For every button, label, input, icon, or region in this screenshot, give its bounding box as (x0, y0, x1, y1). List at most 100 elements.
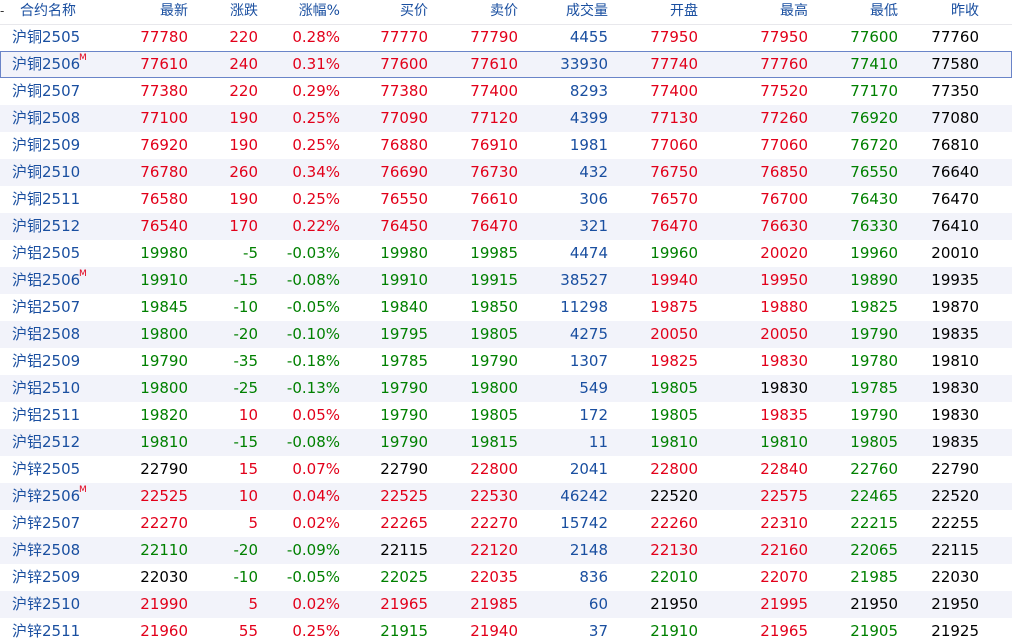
cell-open: 19940 (650, 271, 698, 289)
cell-ask: 22530 (470, 487, 518, 505)
column-header-vol[interactable]: 成交量 (528, 0, 608, 22)
cell-prev: 76410 (931, 217, 979, 235)
cell-ask: 77120 (470, 109, 518, 127)
table-row[interactable]: 沪铝2508 19800 -20 -0.10% 19795 19805 4275 20050 2… (0, 321, 1012, 348)
table-row[interactable]: 沪铝2507 19845 -10 -0.05% 19840 19850 11298 19875… (0, 294, 1012, 321)
table-row[interactable]: 沪铜2505 77780 220 0.28% 77770 77790 4455 77950 77… (0, 24, 1012, 51)
table-header: - 合约名称 最新 涨跌 涨幅% 买价 卖价 成交量 开盘 最高 最低 昨收 (0, 0, 1012, 25)
cell-last: 21960 (140, 622, 188, 640)
cell-bid: 19840 (380, 298, 428, 316)
cell-chg: 5 (248, 514, 258, 532)
table-row[interactable]: 沪铝2509 19790 -35 -0.18% 19785 19790 1307 19825 1… (0, 348, 1012, 375)
cell-high: 21995 (760, 595, 808, 613)
cell-prev: 19935 (931, 271, 979, 289)
cell-last: 19820 (140, 406, 188, 424)
cell-name: 沪铝2507 (12, 298, 81, 316)
column-header-open[interactable]: 开盘 (620, 0, 698, 22)
table-row[interactable]: 沪铜2512 76540 170 0.22% 76450 76470 321 76470 766… (0, 213, 1012, 240)
table-row[interactable]: 沪锌2508 22110 -20 -0.09% 22115 22120 2148 22130 2… (0, 537, 1012, 564)
cell-bid: 22790 (380, 460, 428, 478)
table-row[interactable]: 沪铝2511 19820 10 0.05% 19790 19805 172 19805 1983… (0, 402, 1012, 429)
cell-ask: 76610 (470, 190, 518, 208)
cell-open: 77740 (650, 55, 698, 73)
cell-name: 沪锌2511 (12, 622, 81, 640)
cell-name: 沪铜2512 (12, 217, 81, 235)
table-row[interactable]: 沪锌2510 21990 5 0.02% 21965 21985 60 21950 21995 2… (0, 591, 1012, 618)
column-header-ask[interactable]: 卖价 (440, 0, 518, 22)
cell-pct: 0.25% (292, 109, 340, 127)
table-row[interactable]: 沪锌2505 22790 15 0.07% 22790 22800 2041 22800 228… (0, 456, 1012, 483)
cell-chg: 220 (229, 82, 258, 100)
column-header-prev[interactable]: 昨收 (905, 0, 979, 22)
cell-bid: 19790 (380, 406, 428, 424)
cell-name: 沪铜2511 (12, 190, 81, 208)
cell-last: 77380 (140, 82, 188, 100)
cell-pct: 0.29% (292, 82, 340, 100)
table-row[interactable]: 沪铜2509 76920 190 0.25% 76880 76910 1981 77060 77… (0, 132, 1012, 159)
cell-bid: 19785 (380, 352, 428, 370)
table-row[interactable]: 沪铝2510 19800 -25 -0.13% 19790 19800 549 19805 19… (0, 375, 1012, 402)
cell-bid: 77090 (380, 109, 428, 127)
cell-bid: 22525 (380, 487, 428, 505)
cell-name: 沪铝2512 (12, 433, 81, 451)
cell-vol: 836 (579, 568, 608, 586)
cell-high: 76700 (760, 190, 808, 208)
cell-name: 沪铝2508 (12, 325, 81, 343)
column-header-low[interactable]: 最低 (820, 0, 898, 22)
column-header-name[interactable]: 合约名称 (20, 0, 94, 22)
table-row[interactable]: 沪锌2509 22030 -10 -0.05% 22025 22035 836 22010 22… (0, 564, 1012, 591)
column-header-bid[interactable]: 买价 (350, 0, 428, 22)
cell-name: 沪锌2506 (12, 487, 81, 505)
cell-name: 沪铝2511 (12, 406, 81, 424)
cell-chg: 240 (229, 55, 258, 73)
cell-pct: -0.10% (286, 325, 340, 343)
table-row[interactable]: 沪铜2506 M 77610 240 0.31% 77600 77610 33930 77740… (0, 51, 1012, 78)
cell-name: 沪锌2507 (12, 514, 81, 532)
column-header-high[interactable]: 最高 (730, 0, 808, 22)
cell-vol: 4474 (569, 244, 608, 262)
cell-chg: 55 (238, 622, 258, 640)
column-header-chg[interactable]: 涨跌 (190, 0, 258, 22)
cell-last: 76580 (140, 190, 188, 208)
collapse-toggle-icon[interactable]: - (0, 0, 8, 22)
table-row[interactable]: 沪铝2505 19980 -5 -0.03% 19980 19985 4474 19960 20… (0, 240, 1012, 267)
cell-prev: 19835 (931, 433, 979, 451)
table-row[interactable]: 沪铝2512 19810 -15 -0.08% 19790 19815 11 19810 198… (0, 429, 1012, 456)
cell-high: 19810 (760, 433, 808, 451)
table-row[interactable]: 沪铜2510 76780 260 0.34% 76690 76730 432 76750 768… (0, 159, 1012, 186)
cell-last: 19800 (140, 325, 188, 343)
cell-open: 76470 (650, 217, 698, 235)
cell-vol: 432 (579, 163, 608, 181)
cell-chg: 190 (229, 136, 258, 154)
column-header-last[interactable]: 最新 (110, 0, 188, 22)
cell-low: 76550 (850, 163, 898, 181)
cell-ask: 76470 (470, 217, 518, 235)
cell-high: 77760 (760, 55, 808, 73)
cell-pct: 0.25% (292, 622, 340, 640)
cell-vol: 549 (579, 379, 608, 397)
table-row[interactable]: 沪锌2511 21960 55 0.25% 21915 21940 37 21910 21965… (0, 618, 1012, 644)
cell-last: 76540 (140, 217, 188, 235)
cell-last: 19845 (140, 298, 188, 316)
cell-prev: 20010 (931, 244, 979, 262)
table-row[interactable]: 沪锌2506 M 22525 10 0.04% 22525 22530 46242 22520 2… (0, 483, 1012, 510)
table-row[interactable]: 沪铜2508 77100 190 0.25% 77090 77120 4399 77130 77… (0, 105, 1012, 132)
cell-name: 沪铝2509 (12, 352, 81, 370)
cell-open: 21910 (650, 622, 698, 640)
cell-bid: 22265 (380, 514, 428, 532)
table-row[interactable]: 沪铜2507 77380 220 0.29% 77380 77400 8293 77400 77… (0, 78, 1012, 105)
table-row[interactable]: 沪锌2507 22270 5 0.02% 22265 22270 15742 22260 223… (0, 510, 1012, 537)
cell-bid: 22025 (380, 568, 428, 586)
cell-chg: 5 (248, 595, 258, 613)
column-header-pct[interactable]: 涨幅% (262, 0, 340, 22)
cell-pct: 0.22% (292, 217, 340, 235)
cell-chg: -35 (233, 352, 259, 370)
main-contract-badge: M (79, 269, 87, 279)
cell-low: 19790 (850, 406, 898, 424)
cell-prev: 19835 (931, 325, 979, 343)
cell-low: 76720 (850, 136, 898, 154)
cell-high: 19880 (760, 298, 808, 316)
table-row[interactable]: 沪铜2511 76580 190 0.25% 76550 76610 306 76570 767… (0, 186, 1012, 213)
cell-name: 沪锌2505 (12, 460, 81, 478)
table-row[interactable]: 沪铝2506 M 19910 -15 -0.08% 19910 19915 38527 1994… (0, 267, 1012, 294)
